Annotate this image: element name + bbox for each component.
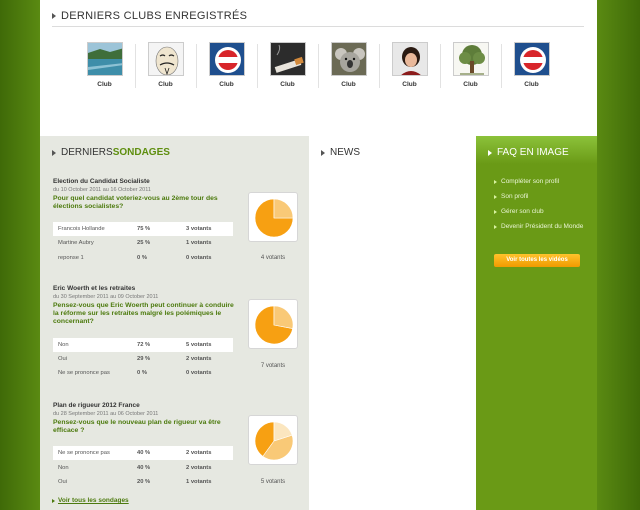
faq-link-list: Compléter son profil Son profil Gérer so…: [494, 178, 583, 238]
poll-title: Election du Candidat Socialiste: [53, 178, 150, 185]
pie-svg: [254, 305, 294, 345]
see-all-polls-link[interactable]: Voir tous les sondages: [52, 497, 129, 504]
poll-answer-row: Francois Hollande 75 % 3 votants: [53, 222, 233, 236]
bullet-arrow-icon: [52, 13, 56, 19]
club-separator: [379, 44, 380, 88]
club-separator: [257, 44, 258, 88]
pie-slice: [273, 305, 294, 329]
club-label: Club: [97, 81, 112, 88]
club-item[interactable]: Club: [145, 42, 186, 92]
main-content: DERNIERS CLUBS ENREGISTRÉS Club Club Clu…: [40, 0, 597, 510]
latest-clubs-section: DERNIERS CLUBS ENREGISTRÉS Club Club Clu…: [40, 0, 597, 136]
poll-total-votes: 5 votants: [260, 479, 286, 485]
right-background-band: [597, 0, 640, 510]
bullet-arrow-icon: [52, 498, 55, 503]
poll-answer-row: Non 72 % 5 votants: [53, 338, 233, 352]
poll-question[interactable]: Pensez-vous que Eric Woerth peut continu…: [53, 302, 235, 326]
poll-question[interactable]: Pour quel candidat voteriez-vous au 2ème…: [53, 195, 235, 211]
club-item[interactable]: Club: [389, 42, 430, 92]
koala-photo-icon[interactable]: [330, 42, 367, 76]
latest-polls-title: DERNIERS SONDAGES: [52, 147, 170, 158]
faq-link[interactable]: Gérer son club: [494, 208, 583, 215]
club-separator: [501, 44, 502, 88]
club-label: Club: [524, 81, 539, 88]
pie-slice: [273, 198, 294, 219]
bullet-arrow-icon: [494, 224, 497, 229]
bullet-arrow-icon: [488, 149, 492, 156]
club-item[interactable]: Club: [267, 42, 308, 92]
club-item[interactable]: Club: [206, 42, 247, 92]
bullet-arrow-icon: [494, 194, 497, 199]
club-label: Club: [463, 81, 478, 88]
poll-answer-row: Ne se prononce pas 0 % 0 votants: [58, 370, 212, 376]
latest-polls-section: DERNIERS SONDAGES Election du Candidat S…: [40, 136, 309, 510]
faq-link[interactable]: Son profil: [494, 193, 583, 200]
faq-video-section: FAQ EN IMAGE Compléter son profil Son pr…: [476, 136, 597, 510]
club-item[interactable]: Club: [328, 42, 369, 92]
tree-photo-icon[interactable]: [452, 42, 489, 76]
club-label: Club: [402, 81, 417, 88]
poll-answer-row: Oui 20 % 1 votants: [58, 479, 212, 485]
poll-answer-row: Martine Aubry 25 % 1 votants: [58, 240, 212, 246]
poll-total-votes: 7 votants: [260, 363, 286, 369]
latest-clubs-title: DERNIERS CLUBS ENREGISTRÉS: [52, 10, 247, 22]
poll-answer-row: Oui 29 % 2 votants: [58, 356, 212, 362]
poll-title: Eric Woerth et les retraites: [53, 285, 136, 292]
club-separator: [196, 44, 197, 88]
club-label: Club: [219, 81, 234, 88]
poll-pie-chart: [248, 415, 298, 465]
club-list: Club Club Club Club Club Club Club Club: [84, 42, 564, 92]
club-separator: [318, 44, 319, 88]
poll-answer-row: Ne se prononce pas 40 % 2 votants: [53, 446, 233, 460]
see-all-videos-button[interactable]: Voir toutes les vidéos: [494, 254, 580, 267]
person-photo-icon[interactable]: [391, 42, 428, 76]
poll-question[interactable]: Pensez-vous que le nouveau plan de rigue…: [53, 419, 235, 435]
ps-logo-icon[interactable]: [208, 42, 245, 76]
section-divider: [52, 26, 584, 27]
bullet-arrow-icon: [494, 179, 497, 184]
club-label: Club: [158, 81, 173, 88]
pie-svg: [254, 198, 294, 238]
faq-link[interactable]: Devenir Président du Monde: [494, 223, 583, 230]
lake-photo-icon[interactable]: [86, 42, 123, 76]
ps-logo-icon[interactable]: [513, 42, 550, 76]
poll-answer-row: reponse 1 0 % 0 votants: [58, 255, 212, 261]
club-label: Club: [341, 81, 356, 88]
left-background-band: [0, 0, 40, 510]
poll-title: Plan de rigueur 2012 France: [53, 402, 140, 409]
bullet-arrow-icon: [52, 149, 56, 156]
club-separator: [135, 44, 136, 88]
cigarette-photo-icon[interactable]: [269, 42, 306, 76]
anonymous-mask-icon[interactable]: [147, 42, 184, 76]
news-section: NEWS: [309, 136, 476, 510]
poll-total-votes: 4 votants: [260, 255, 286, 261]
poll-pie-chart: [248, 192, 298, 242]
faq-title: FAQ EN IMAGE: [488, 147, 569, 158]
pie-svg: [254, 421, 294, 461]
club-separator: [440, 44, 441, 88]
news-title: NEWS: [321, 147, 360, 158]
bullet-arrow-icon: [321, 149, 325, 156]
club-item[interactable]: Club: [450, 42, 491, 92]
faq-link[interactable]: Compléter son profil: [494, 178, 583, 185]
club-item[interactable]: Club: [511, 42, 552, 92]
bullet-arrow-icon: [494, 209, 497, 214]
poll-pie-chart: [248, 299, 298, 349]
club-item[interactable]: Club: [84, 42, 125, 92]
poll-answer-row: Non 40 % 2 votants: [58, 465, 212, 471]
club-label: Club: [280, 81, 295, 88]
